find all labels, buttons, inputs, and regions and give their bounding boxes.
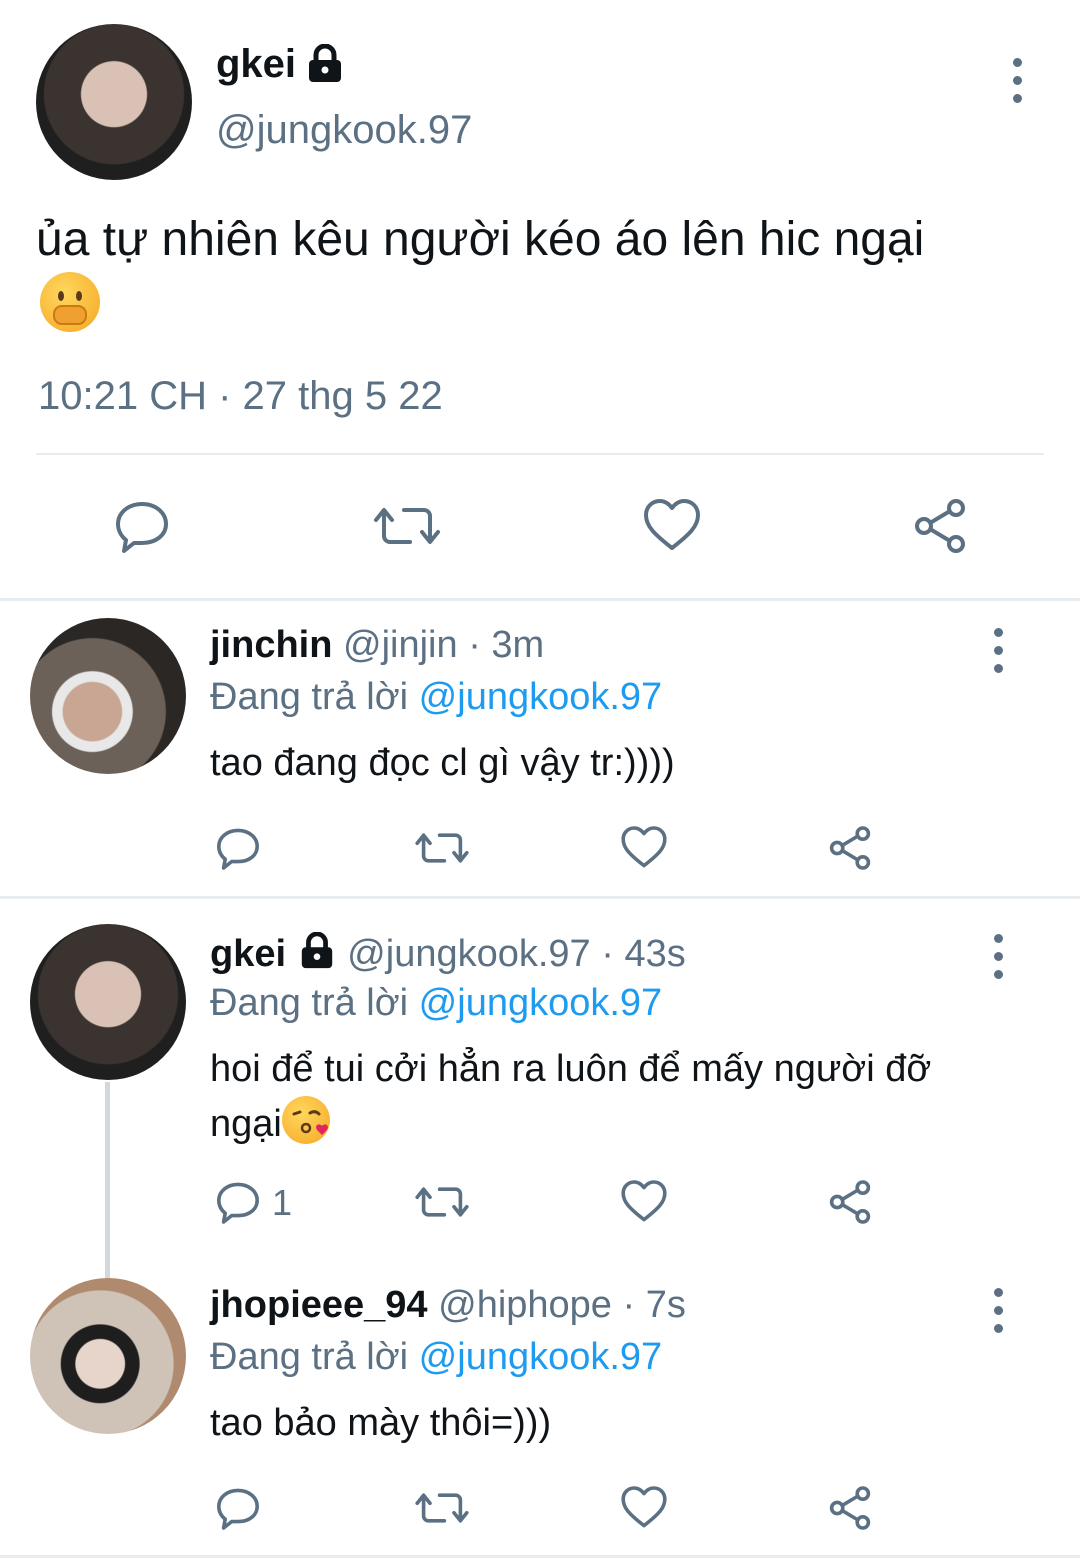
reply-header: jinchin @jinjin · 3m — [210, 624, 544, 667]
reply-header: gkei @jungkook.97 · 43s — [210, 932, 686, 976]
share-icon[interactable] — [826, 1484, 874, 1532]
divider — [0, 896, 1080, 899]
like-icon[interactable] — [620, 1178, 668, 1226]
replying-label: Đang trả lời — [210, 676, 409, 718]
hand-over-mouth-emoji — [40, 272, 100, 332]
tweet-text: ủa tự nhiên kêu người kéo áo lên hic ngạ… — [36, 213, 925, 266]
timestamp: 10:21 CH · 27 thg 5 22 — [38, 374, 443, 418]
more-options-icon[interactable] — [1011, 58, 1023, 103]
avatar[interactable] — [36, 24, 192, 180]
kissing-face-emoji — [281, 1096, 330, 1144]
reply-icon[interactable] — [214, 1178, 262, 1226]
share-icon[interactable] — [826, 824, 874, 872]
display-name[interactable]: gkei — [210, 933, 286, 975]
divider — [0, 598, 1080, 601]
reply-text: tao bảo mày thôi=))) — [210, 1402, 552, 1444]
handle[interactable]: @jungkook.97 — [347, 933, 591, 975]
replying-label: Đang trả lời — [210, 982, 409, 1024]
retweet-icon[interactable] — [414, 824, 470, 872]
time[interactable]: · 3m — [468, 624, 544, 666]
avatar[interactable] — [30, 1278, 186, 1434]
avatar[interactable] — [30, 924, 186, 1080]
mention-link[interactable]: @jungkook.97 — [419, 982, 663, 1024]
replying-to: Đang trả lời @jungkook.97 — [210, 982, 662, 1025]
reply-text-line-1: hoi để tui cởi hẳn ra luôn để mấy người … — [210, 1048, 932, 1090]
lock-icon — [297, 932, 337, 970]
like-icon[interactable] — [620, 1484, 668, 1532]
reply-icon[interactable] — [214, 1484, 262, 1532]
reply-header: jhopieee_94 @hiphope · 7s — [210, 1284, 686, 1327]
display-name[interactable]: jinchin — [210, 624, 332, 666]
replying-to: Đang trả lời @jungkook.97 — [210, 676, 662, 719]
more-options-icon[interactable] — [992, 628, 1004, 673]
reply-text-line-2: ngại — [210, 1096, 330, 1146]
lock-icon — [304, 44, 346, 84]
divider — [0, 1555, 1080, 1558]
share-icon[interactable] — [910, 496, 970, 556]
handle[interactable]: @hiphope — [438, 1284, 612, 1326]
more-options-icon[interactable] — [992, 934, 1004, 979]
replying-to: Đang trả lời @jungkook.97 — [210, 1336, 662, 1379]
mention-link[interactable]: @jungkook.97 — [419, 676, 663, 718]
retweet-icon[interactable] — [414, 1484, 470, 1532]
reply-icon[interactable] — [214, 824, 262, 872]
divider — [36, 453, 1044, 455]
thread-line — [105, 1082, 110, 1278]
replying-label: Đang trả lời — [210, 1336, 409, 1378]
reply-text: tao đang đọc cl gì vậy tr:)))) — [210, 742, 675, 784]
like-icon[interactable] — [642, 496, 702, 556]
retweet-icon[interactable] — [414, 1178, 470, 1226]
like-icon[interactable] — [620, 824, 668, 872]
mention-link[interactable]: @jungkook.97 — [419, 1336, 663, 1378]
handle[interactable]: @jinjin — [343, 624, 458, 666]
retweet-icon[interactable] — [372, 496, 442, 556]
share-icon[interactable] — [826, 1178, 874, 1226]
reply-count: 1 — [272, 1182, 293, 1223]
time[interactable]: · 43s — [601, 933, 685, 975]
time[interactable]: · 7s — [623, 1284, 686, 1326]
more-options-icon[interactable] — [992, 1288, 1004, 1333]
display-name[interactable]: gkei — [216, 42, 296, 87]
reply-icon[interactable] — [112, 496, 172, 556]
display-name[interactable]: jhopieee_94 — [210, 1284, 428, 1326]
handle[interactable]: @jungkook.97 — [216, 108, 472, 153]
avatar[interactable] — [30, 618, 186, 774]
